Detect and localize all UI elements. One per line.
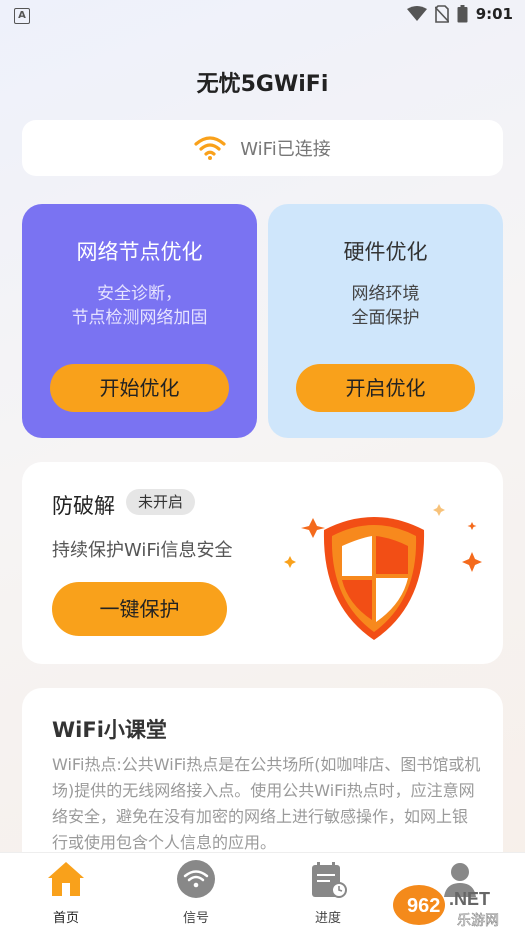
wifi-icon: [194, 136, 226, 160]
classroom-body: WiFi热点:公共WiFi热点是在公共场所(如咖啡店、图书馆或机场)提供的无线网…: [52, 755, 481, 852]
start-optimize-button[interactable]: 开始优化: [50, 364, 229, 412]
card-description: 网络环境 全面保护: [351, 284, 420, 328]
protect-title: 防破解: [52, 494, 115, 518]
network-node-card: 网络节点优化 安全诊断， 节点检测网络加固 开始优化: [22, 204, 257, 438]
page-title: 无忧5GWiFi: [196, 72, 329, 97]
clock: 9:01: [475, 5, 513, 23]
nav-label-progress: 进度: [314, 911, 341, 926]
nav-item-signal[interactable]: 信号: [156, 859, 236, 926]
svg-text:乐游网: 乐游网: [457, 913, 499, 929]
notification-icon: A: [14, 8, 30, 24]
wifi-signal-icon: [406, 6, 427, 21]
shield-icon: [284, 504, 482, 640]
svg-text:.NET: .NET: [449, 889, 490, 909]
enable-optimize-button[interactable]: 开启优化: [296, 364, 475, 412]
status-bar: A 9:01: [0, 0, 525, 32]
nav-label-home: 首页: [52, 911, 79, 926]
nav-label-signal: 信号: [182, 911, 209, 926]
no-sim-icon: [434, 5, 449, 23]
card-title: 网络节点优化: [76, 240, 203, 264]
wifi-status-text: WiFi已连接: [240, 139, 331, 160]
anti-crack-card: 防破解 未开启 持续保护WiFi信息安全 一键保护: [22, 462, 503, 664]
bottom-nav: 首页 信号 进度 962 .NET 乐游网: [0, 852, 525, 934]
nav-item-progress[interactable]: 进度: [288, 859, 368, 926]
status-badge: 未开启: [126, 489, 196, 515]
hardware-card: 硬件优化 网络环境 全面保护 开启优化: [268, 204, 503, 438]
one-click-protect-button[interactable]: 一键保护: [52, 582, 227, 636]
classroom-title: WiFi小课堂: [52, 718, 167, 742]
card-description: 安全诊断， 节点检测网络加固: [71, 284, 208, 328]
protect-description: 持续保护WiFi信息安全: [52, 540, 233, 561]
watermark-logo: 962 .NET 乐游网: [393, 885, 499, 929]
nav-item-home[interactable]: 首页: [26, 859, 106, 926]
battery-icon: [457, 5, 468, 23]
svg-text:962: 962: [407, 895, 440, 917]
progress-icon: [312, 862, 347, 898]
wifi-status-card[interactable]: WiFi已连接: [22, 120, 503, 176]
card-title: 硬件优化: [343, 240, 428, 264]
home-icon: [48, 862, 84, 896]
signal-icon: [177, 860, 215, 898]
